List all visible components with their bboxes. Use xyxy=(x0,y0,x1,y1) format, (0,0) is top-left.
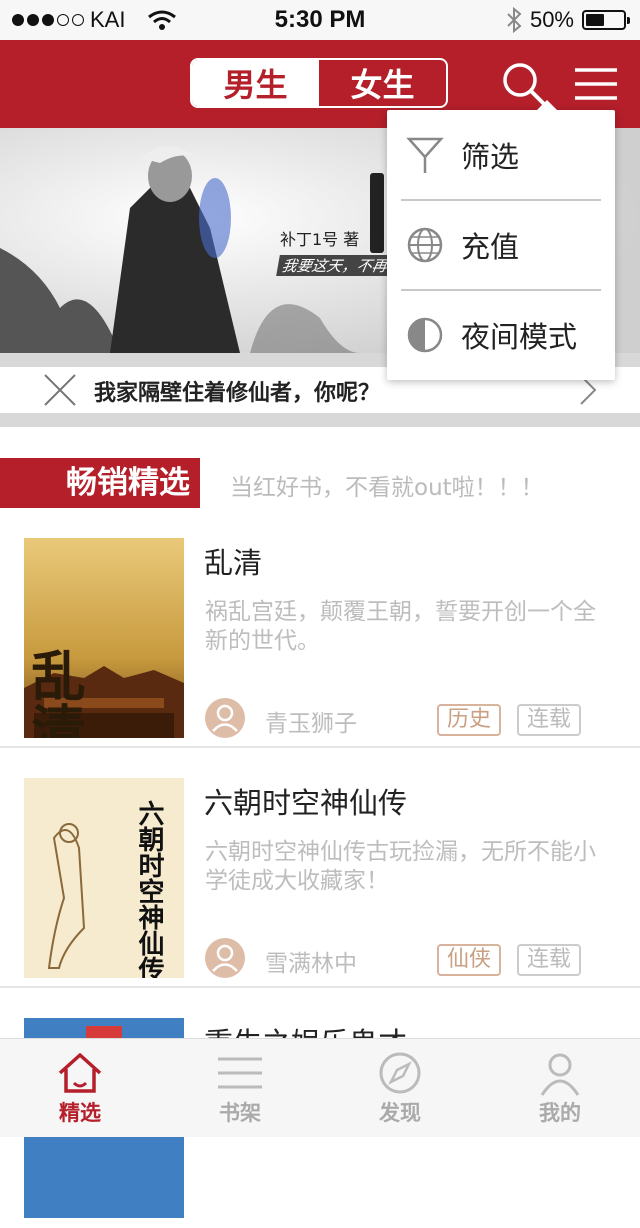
book-title: 六朝时空神仙传 xyxy=(204,786,408,820)
section-subtitle: 当红好书，不看就out啦！！！ xyxy=(230,475,544,501)
menu-icon[interactable] xyxy=(572,60,620,108)
section-title: 畅销精选 xyxy=(0,458,200,508)
menu-item-label: 夜间模式 xyxy=(461,320,578,354)
tab-label: 精选 xyxy=(59,1101,101,1125)
bluetooth-icon xyxy=(507,7,522,33)
cover-title: 乱清 xyxy=(24,648,86,738)
status-bar: KAI 5:30 PM 50% xyxy=(0,0,640,40)
menu-item-label: 筛选 xyxy=(461,140,520,174)
menu-item-night-mode[interactable]: 夜间模式 xyxy=(387,290,615,380)
tab-bookshelf[interactable]: 书架 xyxy=(160,1039,320,1137)
gender-segmented-control: 男生 女生 xyxy=(190,58,448,108)
tab-profile[interactable]: 我的 xyxy=(480,1039,640,1137)
tab-female[interactable]: 女生 xyxy=(319,60,446,106)
tab-label: 书架 xyxy=(219,1101,261,1125)
genre-badge: 仙侠 xyxy=(437,944,502,976)
book-title: 乱清 xyxy=(204,546,263,580)
tab-label: 发现 xyxy=(379,1101,421,1125)
banner-caption: 我家隔壁住着修仙者，你呢？ xyxy=(94,381,381,406)
section-header: 畅销精选 当红好书，不看就out啦！！！ xyxy=(0,458,640,508)
status-badge: 连载 xyxy=(517,704,582,736)
battery-percent: 50% xyxy=(529,7,574,32)
status-badge: 连载 xyxy=(517,944,582,976)
menu-item-filter[interactable]: 筛选 xyxy=(387,110,615,200)
user-icon xyxy=(212,704,238,732)
book-author: 雪满林中 xyxy=(265,951,357,977)
user-icon xyxy=(212,944,238,972)
status-right: 50% xyxy=(506,7,630,33)
tab-discover[interactable]: 发现 xyxy=(320,1039,480,1137)
cover-title: 六朝时空神仙传 xyxy=(134,800,165,978)
user-icon xyxy=(540,1053,580,1096)
filter-icon xyxy=(406,137,444,173)
book-description: 六朝时空神仙传古玩捡漏，无所不能小学徒成大收藏家！ xyxy=(205,839,596,894)
globe-icon xyxy=(407,227,443,263)
avatar xyxy=(205,938,245,978)
banner-author: 补丁1号 著 xyxy=(280,230,360,249)
close-icon[interactable] xyxy=(42,372,78,408)
bookshelf-icon xyxy=(218,1057,262,1089)
battery-icon xyxy=(582,10,630,30)
book-list-item[interactable]: 六朝时空神仙传 六朝时空神仙传 六朝时空神仙传古玩捡漏，无所不能小学徒成大收藏家… xyxy=(0,748,640,988)
genre-badge: 历史 xyxy=(437,704,502,736)
book-cover: 六朝时空神仙传 xyxy=(24,778,184,978)
tab-featured[interactable]: 精选 xyxy=(0,1039,160,1137)
avatar xyxy=(205,698,245,738)
book-list-item[interactable]: 乱清 乱清 祸乱宫廷，颠覆王朝，誓要开创一个全新的世代。 青玉狮子 历史 连载 xyxy=(0,508,640,748)
dropdown-menu: 筛选 充值 夜间模式 xyxy=(387,100,615,380)
section-divider xyxy=(0,413,640,427)
book-cover: 乱清 xyxy=(24,538,184,738)
home-icon xyxy=(58,1053,102,1093)
banner-slogan: 我要这天，不再 xyxy=(276,255,393,276)
bottom-tab-bar: 精选 书架 发现 我的 xyxy=(0,1038,640,1137)
book-description: 祸乱宫廷，颠覆王朝，誓要开创一个全新的世代。 xyxy=(205,599,596,654)
compass-icon xyxy=(379,1052,421,1094)
menu-item-recharge[interactable]: 充值 xyxy=(387,200,615,290)
tab-male[interactable]: 男生 xyxy=(192,60,319,106)
tab-label: 我的 xyxy=(539,1101,581,1125)
book-author: 青玉狮子 xyxy=(265,711,357,737)
menu-item-label: 充值 xyxy=(461,230,520,264)
night-mode-icon xyxy=(407,317,443,353)
